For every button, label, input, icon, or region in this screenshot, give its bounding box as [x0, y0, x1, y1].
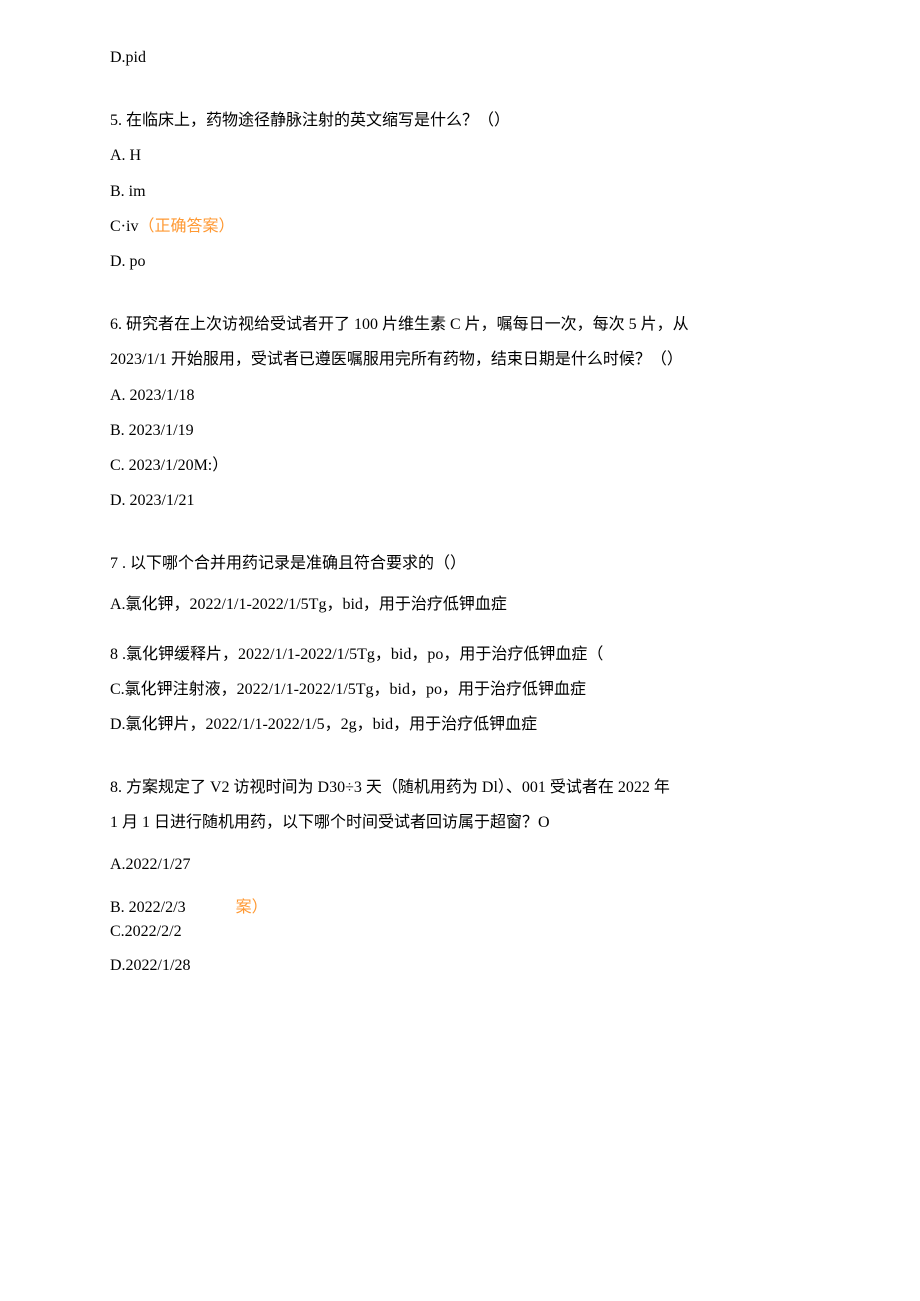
- q8-option-b: B. 2022/2/3 案）: [110, 896, 820, 920]
- q7-option-d: D.氯化钾片，2022/1/1-2022/1/5，2g，bid，用于治疗低钾血症: [110, 707, 820, 742]
- q6-option-a: A. 2023/1/18: [110, 378, 820, 413]
- q5-option-c: C·iv（正确答案）: [110, 209, 820, 244]
- q8-text-line2: 1 月 1 日进行随机用药，以下哪个时间受试者回访属于超窗？O: [110, 805, 820, 840]
- q7-option-b: 8 .氯化钾缓释片，2022/1/1-2022/1/5Tg，bid，po，用于治…: [110, 637, 820, 672]
- q8-correct-answer-label: 案）: [236, 896, 268, 920]
- q5-option-c-prefix: C·iv: [110, 218, 138, 235]
- q8-option-b-text: B. 2022/2/3: [110, 899, 186, 916]
- q8-option-c: C.2022/2/2: [110, 920, 820, 944]
- q8-text-line1: 8. 方案规定了 V2 访视时间为 D30÷3 天（随机用药为 Dl）、001 …: [110, 770, 820, 805]
- q6-text-line1: 6. 研究者在上次访视给受试者开了 100 片维生素 C 片，嘱每日一次，每次 …: [110, 307, 820, 342]
- q5-option-b: B. im: [110, 174, 820, 209]
- q7-text: 7 . 以下哪个合并用药记录是准确且符合要求的（）: [110, 546, 820, 581]
- q7-option-a: A.氯化钾，2022/1/1-2022/1/5Tg，bid，用于治疗低钾血症: [110, 587, 820, 622]
- question-8: 8. 方案规定了 V2 访视时间为 D30÷3 天（随机用药为 Dl）、001 …: [110, 770, 820, 983]
- q5-text: 5. 在临床上，药物途径静脉注射的英文缩写是什么？（）: [110, 103, 820, 138]
- q6-text-line2: 2023/1/1 开始服用，受试者已遵医嘱服用完所有药物，结束日期是什么时候？（…: [110, 342, 820, 377]
- question-7: 7 . 以下哪个合并用药记录是准确且符合要求的（） A.氯化钾，2022/1/1…: [110, 546, 820, 742]
- q7-option-c: C.氯化钾注射液，2022/1/1-2022/1/5Tg，bid，po，用于治疗…: [110, 672, 820, 707]
- q5-correct-answer-label: （正确答案）: [138, 218, 234, 235]
- q5-option-a: A. H: [110, 138, 820, 173]
- q6-option-b: B. 2023/1/19: [110, 413, 820, 448]
- q8-option-a: A.2022/1/27: [110, 847, 820, 882]
- question-6: 6. 研究者在上次访视给受试者开了 100 片维生素 C 片，嘱每日一次，每次 …: [110, 307, 820, 518]
- q6-option-d: D. 2023/1/21: [110, 483, 820, 518]
- q6-option-c: C. 2023/1/20M:）: [110, 448, 820, 483]
- q5-option-d: D. po: [110, 244, 820, 279]
- question-4-partial: D.pid: [110, 40, 820, 75]
- question-5: 5. 在临床上，药物途径静脉注射的英文缩写是什么？（） A. H B. im C…: [110, 103, 820, 279]
- q8-option-d: D.2022/1/28: [110, 948, 820, 983]
- q4-option-d: D.pid: [110, 40, 820, 75]
